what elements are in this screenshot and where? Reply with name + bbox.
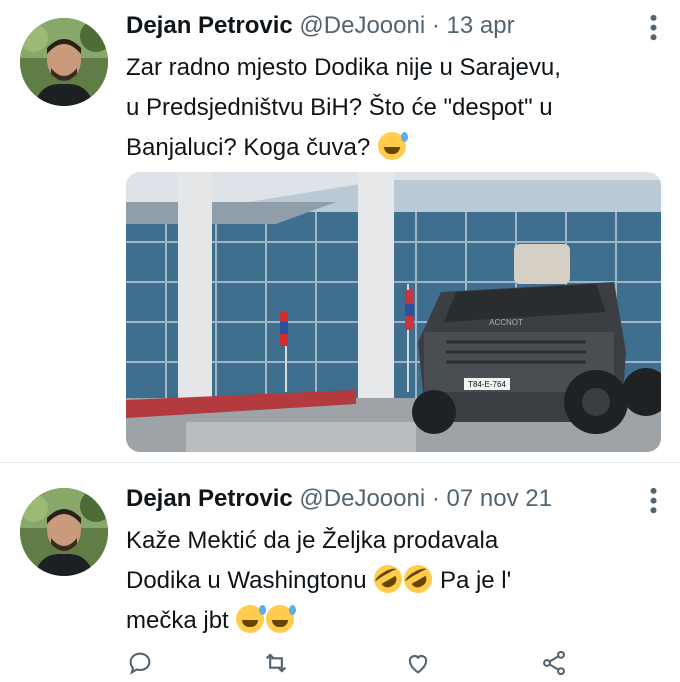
rofl-emoji — [399, 559, 438, 599]
share-icon[interactable] — [540, 649, 570, 679]
tweet-date[interactable]: 13 apr — [447, 12, 515, 39]
grinning-sweat-emoji — [236, 605, 267, 633]
avatar[interactable] — [20, 488, 108, 576]
display-name[interactable]: Dejan Petrovic — [126, 485, 293, 512]
vehicle-brand: ACCNOT — [489, 318, 523, 327]
license-plate: T84-E-764 — [468, 380, 506, 389]
more-options-icon[interactable]: ••• — [641, 487, 666, 516]
tweet-text: Zar radno mjesto Dodika nije u Sarajevu,… — [126, 48, 666, 168]
tweet-text: Kaže Mektić da je Željka prodavala Dodik… — [126, 521, 666, 641]
tweet-date[interactable]: 07 nov 21 — [447, 485, 552, 512]
avatar[interactable] — [20, 18, 108, 106]
separator: · — [431, 12, 440, 39]
tweet[interactable]: Dejan Petrovic @DeJoooni · 07 nov 21 •••… — [0, 462, 680, 681]
tweet-text-line: Dodika u Washingtonu Pa je l' — [126, 559, 666, 601]
tweet-text-line: mečka jbt — [126, 601, 666, 641]
tweet-text-segment: Dodika u Washingtonu — [126, 567, 367, 594]
user-handle[interactable]: @DeJoooni — [299, 12, 425, 39]
tweet-text-line: Zar radno mjesto Dodika nije u Sarajevu, — [126, 54, 561, 81]
tweet-text-line-content: Banjaluci? Koga čuva? — [126, 134, 371, 161]
tweet-image[interactable]: T84-E-764 ACCNOT — [126, 172, 661, 452]
user-handle[interactable]: @DeJoooni — [299, 485, 425, 512]
grinning-sweat-emoji — [266, 605, 297, 633]
tweet-header: Dejan Petrovic @DeJoooni · 07 nov 21 — [126, 485, 552, 513]
tweet-text-segment: mečka jbt — [126, 607, 229, 634]
more-options-icon[interactable]: ••• — [641, 14, 666, 43]
tweet[interactable]: Dejan Petrovic @DeJoooni · 13 apr ••• Za… — [0, 0, 680, 462]
like-icon[interactable] — [404, 649, 434, 679]
reply-icon[interactable] — [126, 649, 156, 679]
rofl-emoji — [369, 559, 408, 599]
tweet-text-line: Kaže Mektić da je Željka prodavala — [126, 527, 499, 554]
tweet-header: Dejan Petrovic @DeJoooni · 13 apr — [126, 12, 515, 40]
tweet-text-line: u Predsjedništvu BiH? Što će "despot" u — [126, 94, 553, 121]
grinning-sweat-emoji — [377, 132, 408, 160]
tweet-actions — [126, 649, 576, 679]
display-name[interactable]: Dejan Petrovic — [126, 12, 293, 39]
separator: · — [431, 485, 440, 512]
tweet-text-line: Banjaluci? Koga čuva? — [126, 128, 666, 168]
tweet-text-segment: Pa je l' — [439, 567, 512, 594]
retweet-icon[interactable] — [262, 649, 292, 679]
